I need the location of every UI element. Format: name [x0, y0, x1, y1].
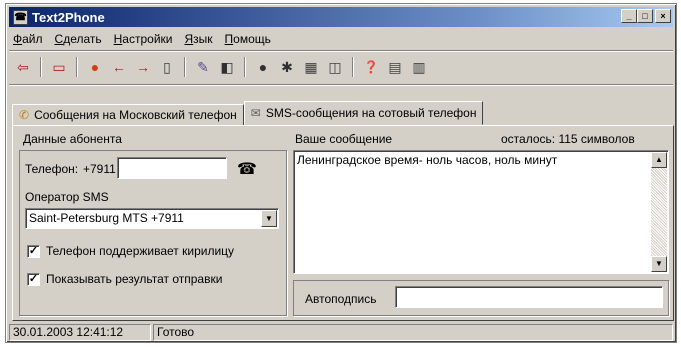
close-button[interactable]: × — [655, 9, 671, 23]
tab-moscow-messages[interactable]: ✆ Сообщения на Московский телефон — [12, 104, 244, 126]
autosign-label: Автоподпись — [305, 292, 377, 306]
checkmark-icon[interactable]: ✓ — [27, 272, 40, 286]
autosign-input[interactable] — [395, 286, 663, 308]
cyrillic-checkbox[interactable]: ✓ Телефон поддерживает кирилицу — [27, 244, 234, 258]
tab-strip: ✆ Сообщения на Московский телефон ✉ SMS-… — [12, 101, 484, 126]
show-result-checkbox[interactable]: ✓ Показывать результат отправки — [27, 272, 222, 286]
characters-remaining: осталось: 115 символов — [501, 132, 635, 146]
toolbar-separator-line — [9, 84, 673, 86]
main-window: ☎ Text2Phone _ □ × Файл Сделать Настройк… — [5, 3, 677, 343]
phone-label: Телефон: — [25, 162, 79, 176]
arrow-left-icon[interactable]: ← — [108, 56, 130, 78]
book-icon[interactable]: ▥ — [408, 56, 430, 78]
toolbar-separator — [244, 57, 246, 77]
document-icon[interactable]: ▯ — [156, 56, 178, 78]
scroll-up-icon[interactable]: ▲ — [651, 152, 667, 168]
subscriber-section-label: Данные абонента — [23, 132, 122, 146]
menu-help[interactable]: Помощь — [225, 32, 271, 46]
envelope-icon: ✉ — [250, 106, 261, 120]
menu-file[interactable]: Файл — [13, 32, 43, 46]
menu-language[interactable]: Язык — [184, 32, 212, 46]
toolbar-separator — [76, 57, 78, 77]
message-textarea[interactable]: Ленинградское время- ноль часов, ноль ми… — [293, 150, 669, 274]
show-result-checkbox-label: Показывать результат отправки — [46, 272, 223, 286]
status-datetime: 30.01.2003 12:41:12 — [9, 324, 151, 341]
scroll-down-icon[interactable]: ▼ — [651, 256, 667, 272]
menu-settings[interactable]: Настройки — [114, 32, 173, 46]
chevron-down-icon[interactable]: ▼ — [261, 210, 277, 227]
clear-icon[interactable]: ◧ — [216, 56, 238, 78]
menu-separator — [9, 50, 673, 52]
table-icon[interactable]: ▦ — [300, 56, 322, 78]
window-buttons: _ □ × — [621, 9, 671, 23]
arrow-right-icon[interactable]: → — [132, 56, 154, 78]
title-bar[interactable]: ☎ Text2Phone _ □ × — [9, 7, 673, 27]
notes-icon[interactable]: ▤ — [384, 56, 406, 78]
status-bar: 30.01.2003 12:41:12 Готово — [9, 324, 673, 341]
edit-icon[interactable]: ✎ — [192, 56, 214, 78]
cyrillic-checkbox-label: Телефон поддерживает кирилицу — [46, 244, 235, 258]
tab-sms-label: SMS-сообщения на сотовый телефон — [265, 106, 477, 120]
maximize-button[interactable]: □ — [637, 9, 653, 23]
checkmark-icon[interactable]: ✓ — [27, 244, 40, 258]
menu-make[interactable]: Сделать — [55, 32, 102, 46]
preview-icon[interactable]: ◫ — [324, 56, 346, 78]
app-icon: ☎ — [13, 9, 28, 25]
back-icon[interactable]: ⇦ — [12, 56, 34, 78]
tab-moscow-label: Сообщения на Московский телефон — [34, 108, 237, 122]
minimize-button[interactable]: _ — [621, 9, 637, 23]
toolbar-separator — [184, 57, 186, 77]
tools-icon[interactable]: ✱ — [276, 56, 298, 78]
help-icon[interactable]: ❓ — [360, 56, 382, 78]
sms-panel: Данные абонента Телефон: +7911 ☎ Операто… — [12, 125, 674, 321]
record-icon[interactable]: ● — [252, 56, 274, 78]
message-section-label: Ваше сообщение — [295, 132, 393, 146]
address-book-icon[interactable]: ☎ — [237, 159, 257, 179]
message-text: Ленинградское время- ноль часов, ноль ми… — [297, 153, 558, 167]
window-title: Text2Phone — [32, 9, 105, 25]
toolbar-separator — [40, 57, 42, 77]
menu-bar: Файл Сделать Настройки Язык Помощь — [9, 29, 283, 48]
message-icon[interactable]: ▭ — [48, 56, 70, 78]
operator-select[interactable]: Saint-Petersburg MTS +7911 ▼ — [25, 208, 279, 229]
toolbar-separator — [352, 57, 354, 77]
stop-icon[interactable]: ● — [84, 56, 106, 78]
toolbar: ⇦ ▭ ● ← → ▯ ✎ ◧ ● ✱ ▦ ◫ ❓ ▤ ▥ — [12, 53, 430, 81]
operator-selected-value: Saint-Petersburg MTS +7911 — [29, 211, 184, 225]
status-state: Готово — [153, 324, 673, 341]
phone-number-input[interactable] — [117, 157, 227, 179]
phone-handset-icon: ✆ — [19, 108, 30, 122]
tab-sms-messages[interactable]: ✉ SMS-сообщения на сотовый телефон — [243, 101, 484, 125]
operator-label: Оператор SMS — [25, 190, 109, 204]
phone-prefix: +7911 — [83, 162, 116, 176]
message-scrollbar[interactable]: ▲ ▼ — [651, 152, 667, 272]
